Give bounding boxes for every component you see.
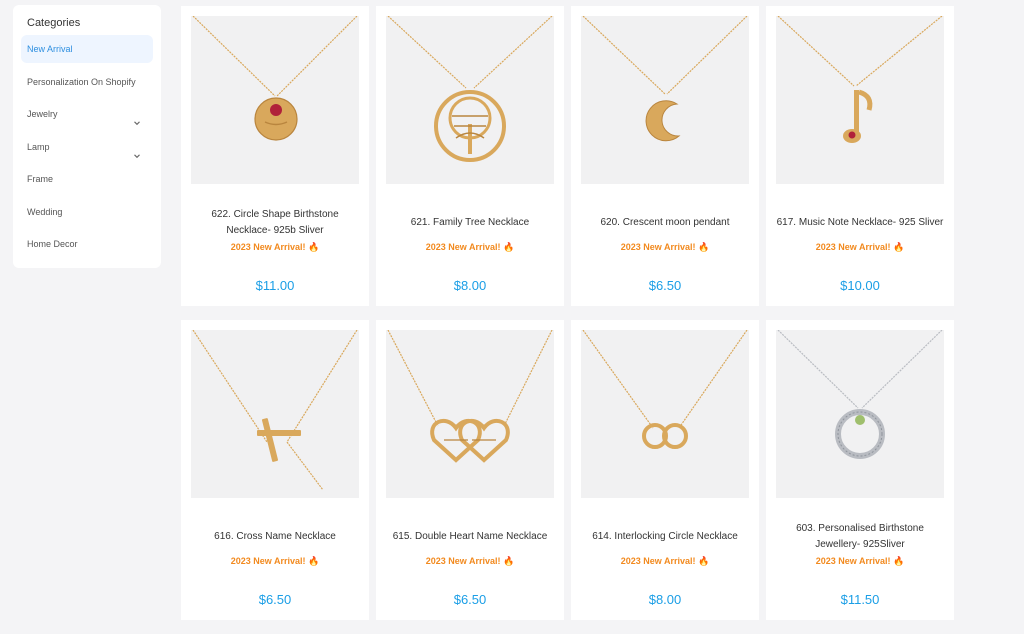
- product-card[interactable]: 622. Circle Shape Birthstone Necklace- 9…: [181, 6, 369, 306]
- product-image[interactable]: [776, 16, 944, 184]
- product-image[interactable]: [386, 16, 554, 184]
- sidebar-item-label: Frame: [27, 174, 54, 184]
- product-image[interactable]: [386, 330, 554, 498]
- new-arrival-badge: 2023 New Arrival! 🔥: [620, 556, 710, 566]
- interlocking-circles-pendant-icon: [582, 330, 748, 449]
- product-title[interactable]: 621. Family Tree Necklace: [384, 206, 556, 240]
- new-arrival-badge: 2023 New Arrival! 🔥: [620, 242, 710, 252]
- product-title[interactable]: 622. Circle Shape Birthstone Necklace- 9…: [189, 206, 361, 240]
- product-card[interactable]: 615. Double Heart Name Necklace 2023 New…: [376, 320, 564, 620]
- product-price: $11.50: [840, 592, 880, 607]
- product-card[interactable]: 620. Crescent moon pendant 2023 New Arri…: [571, 6, 759, 306]
- sidebar-item-label: Wedding: [27, 206, 63, 217]
- product-image[interactable]: [776, 330, 944, 498]
- chevron-down-icon[interactable]: [133, 110, 141, 126]
- sidebar-item-frame[interactable]: Frame: [21, 165, 153, 193]
- double-heart-pendant-icon: [387, 330, 553, 463]
- sidebar-item-label: Jewelry: [27, 109, 58, 119]
- product-price: $6.50: [648, 278, 682, 293]
- new-arrival-badge: 2023 New Arrival! 🔥: [815, 242, 905, 252]
- sidebar-item-label: Lamp: [27, 141, 50, 152]
- silver-birthstone-ring-pendant-icon: [777, 330, 943, 459]
- chevron-down-icon[interactable]: [133, 143, 141, 158]
- product-card[interactable]: 621. Family Tree Necklace 2023 New Arriv…: [376, 6, 564, 306]
- circle-birthstone-pendant-icon: [192, 16, 358, 141]
- product-price: $6.50: [258, 592, 292, 607]
- product-image[interactable]: [191, 330, 359, 498]
- product-card[interactable]: 603. Personalised Birthstone Jewellery- …: [766, 320, 954, 620]
- cross-pendant-icon: [192, 330, 358, 491]
- new-arrival-badge: 2023 New Arrival! 🔥: [425, 556, 515, 566]
- sidebar-item-new-arrival[interactable]: New Arrival: [21, 35, 153, 63]
- new-arrival-badge: 2023 New Arrival! 🔥: [230, 556, 320, 566]
- product-title[interactable]: 614. Interlocking Circle Necklace: [579, 520, 751, 554]
- category-list: New Arrival Personalization On Shopify Jew…: [21, 35, 153, 258]
- product-image[interactable]: [191, 16, 359, 184]
- product-price: $8.00: [648, 592, 682, 607]
- product-price: $10.00: [840, 278, 880, 293]
- product-title[interactable]: 617. Music Note Necklace- 925 Sliver: [774, 206, 946, 240]
- sidebar-item-wedding[interactable]: Wedding: [21, 198, 153, 226]
- product-image[interactable]: [581, 16, 749, 184]
- product-price: $6.50: [453, 592, 487, 607]
- product-card[interactable]: 614. Interlocking Circle Necklace 2023 N…: [571, 320, 759, 620]
- product-card[interactable]: 616. Cross Name Necklace 2023 New Arriva…: [181, 320, 369, 620]
- new-arrival-badge: 2023 New Arrival! 🔥: [815, 556, 905, 566]
- crescent-moon-pendant-icon: [582, 16, 748, 142]
- category-sidebar: Categories New Arrival Personalization On…: [13, 5, 161, 268]
- sidebar-item-label: Personalization On Shopify: [27, 76, 136, 87]
- sidebar-title: Categories: [27, 17, 81, 29]
- new-arrival-badge: 2023 New Arrival! 🔥: [425, 242, 515, 252]
- sidebar-item-lamp[interactable]: Lamp: [21, 133, 153, 161]
- sidebar-item-personalization-on-shopify[interactable]: Personalization On Shopify: [21, 68, 153, 96]
- product-title[interactable]: 603. Personalised Birthstone Jewellery- …: [774, 520, 946, 554]
- sidebar-item-home-decor[interactable]: Home Decor: [21, 230, 153, 258]
- product-price: $11.00: [255, 278, 295, 293]
- product-image[interactable]: [581, 330, 749, 498]
- sidebar-item-label: Home Decor: [27, 239, 78, 249]
- sidebar-item-label: New Arrival: [27, 44, 73, 54]
- product-title[interactable]: 615. Double Heart Name Necklace: [384, 520, 556, 554]
- family-tree-pendant-icon: [387, 16, 553, 162]
- product-title[interactable]: 620. Crescent moon pendant: [579, 206, 751, 240]
- product-title[interactable]: 616. Cross Name Necklace: [189, 520, 361, 554]
- product-price: $8.00: [453, 278, 487, 293]
- sidebar-item-jewelry[interactable]: Jewelry: [21, 100, 153, 128]
- product-card[interactable]: 617. Music Note Necklace- 925 Sliver 202…: [766, 6, 954, 306]
- music-note-pendant-icon: [777, 16, 943, 143]
- new-arrival-badge: 2023 New Arrival! 🔥: [230, 242, 320, 252]
